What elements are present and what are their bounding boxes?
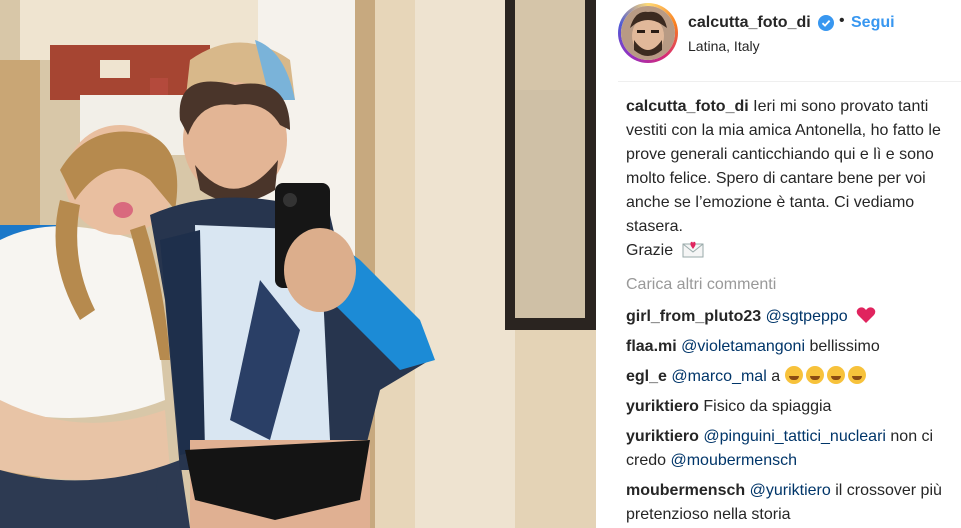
comment-username[interactable]: yuriktiero [626, 398, 699, 415]
comment-text: Fisico da spiaggia [703, 398, 832, 415]
caption-sign-off: Grazie [626, 242, 674, 259]
tears-of-joy-icon [784, 366, 803, 384]
selfie-mirror-photo [0, 0, 596, 528]
comment-username[interactable]: egl_e [626, 368, 667, 385]
comment-username[interactable]: yuriktiero [626, 428, 699, 445]
comment-item: yuriktiero @pinguini_tattici_nucleari no… [626, 425, 956, 473]
follow-button[interactable]: Segui [851, 14, 895, 32]
comment-username[interactable]: moubermensch [626, 482, 745, 499]
envelope-with-heart-icon [682, 241, 704, 258]
comment-item: egl_e @marco_mal a [626, 365, 956, 389]
red-heart-icon [856, 307, 876, 323]
header-username[interactable]: calcutta_foto_di [688, 14, 811, 32]
caption-username[interactable]: calcutta_foto_di [626, 98, 749, 115]
comment-mention[interactable]: @yuriktiero [750, 482, 831, 499]
verified-badge-icon [818, 15, 834, 31]
caption: calcutta_foto_di Ieri mi sono provato ta… [626, 95, 956, 263]
comment-item: yuriktiero Fisico da spiaggia [626, 395, 956, 419]
comment-mention[interactable]: @pinguini_tattici_nucleari [703, 428, 886, 445]
location-link[interactable]: Latina, Italy [688, 38, 760, 54]
comment-username[interactable]: girl_from_pluto23 [626, 308, 761, 325]
post-photo[interactable] [0, 0, 596, 528]
load-more-comments[interactable]: Carica altri commenti [626, 273, 956, 297]
comment-text: bellissimo [809, 338, 880, 355]
comment-username[interactable]: flaa.mi [626, 338, 677, 355]
avatar[interactable] [618, 3, 678, 63]
comments-list: calcutta_foto_di Ieri mi sono provato ta… [626, 95, 956, 528]
comment-mention[interactable]: @moubermensch [670, 452, 797, 469]
instagram-post: calcutta_foto_di • Segui Latina, Italy c… [0, 0, 961, 528]
post-header: calcutta_foto_di • Segui Latina, Italy [618, 0, 961, 82]
post-sidebar: calcutta_foto_di • Segui Latina, Italy c… [596, 0, 961, 528]
tears-of-joy-icon [826, 366, 845, 384]
comment-item: moubermensch @yuriktiero il crossover pi… [626, 479, 956, 527]
comment-text: a [771, 368, 781, 385]
comment-mention[interactable]: @marco_mal [671, 368, 766, 385]
separator-dot: • [839, 12, 845, 29]
tears-of-joy-icon [805, 366, 824, 384]
caption-text: Ieri mi sono provato tanti vestiti con l… [626, 98, 941, 235]
avatar-image [621, 6, 675, 60]
comment-mention[interactable]: @sgtpeppo [766, 308, 848, 325]
tears-of-joy-icon [847, 366, 866, 384]
comment-mention[interactable]: @violetamangoni [681, 338, 805, 355]
comment-item: girl_from_pluto23 @sgtpeppo [626, 305, 956, 329]
comment-item: flaa.mi @violetamangoni bellissimo [626, 335, 956, 359]
